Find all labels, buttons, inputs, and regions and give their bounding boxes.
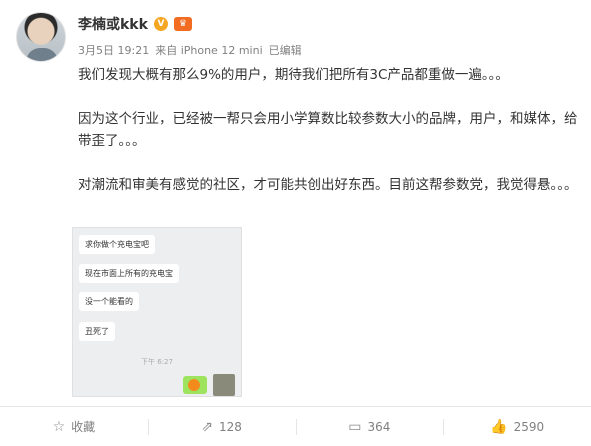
repost-count: 128 — [219, 419, 242, 434]
chat-message: 现在市面上所有的充电宝 — [79, 264, 179, 283]
chat-avatar — [213, 374, 235, 396]
favorite-button[interactable]: ☆ 收藏 — [0, 407, 148, 446]
like-button[interactable]: 👍 2590 — [443, 407, 591, 446]
repost-button[interactable]: ⇗ 128 — [147, 407, 296, 446]
chat-message: 丑死了 — [79, 322, 115, 341]
chat-message: 求你做个充电宝吧 — [79, 235, 155, 254]
repost-icon: ⇗ — [201, 418, 214, 435]
comment-count: 364 — [367, 419, 391, 434]
sent-emoji-message — [183, 376, 207, 394]
comment-button[interactable]: ▭ 364 — [295, 407, 444, 446]
edited-label[interactable]: 已编辑 — [269, 42, 302, 58]
post-meta: 3月5日 19:21 来自 iPhone 12 mini 已编辑 — [78, 42, 302, 58]
author-row: 李楠或kkk V ♛ — [78, 14, 192, 34]
thumbs-up-icon: 👍 — [490, 418, 508, 435]
chat-timestamp: 下午 6:27 — [141, 358, 173, 366]
post-source: 来自 iPhone 12 mini — [155, 44, 263, 57]
avatar[interactable] — [16, 12, 66, 62]
action-bar: ☆ 收藏 ⇗ 128 ▭ 364 👍 2590 — [0, 407, 591, 446]
chat-screenshot-image[interactable]: 求你做个充电宝吧 现在市面上所有的充电宝 没一个能看的 丑死了 下午 6:27 — [72, 227, 242, 397]
verified-badge-icon: V — [153, 17, 168, 31]
post-text: 我们发现大概有那么9%的用户，期待我们把所有3C产品都重做一遍。。。 因为这个行… — [78, 64, 578, 196]
chat-message: 没一个能看的 — [79, 292, 139, 311]
star-icon: ☆ — [52, 418, 66, 435]
post-date[interactable]: 3月5日 19:21 — [78, 42, 149, 58]
comment-icon: ▭ — [348, 418, 362, 435]
emoji-icon — [188, 379, 200, 391]
post-paragraph: 我们发现大概有那么9%的用户，期待我们把所有3C产品都重做一遍。。。 — [78, 67, 509, 83]
post-paragraph: 因为这个行业，已经被一帮只会用小学算数比较参数大小的品牌，用户，和媒体，给带歪了… — [78, 111, 578, 149]
post-paragraph: 对潮流和审美有感觉的社区，才可能共创出好东西。目前这帮参数党，我觉得悬。。。 — [78, 177, 578, 193]
like-count: 2590 — [513, 419, 545, 434]
author-name[interactable]: 李楠或kkk — [78, 14, 148, 34]
favorite-label: 收藏 — [71, 420, 96, 434]
vip-badge-icon[interactable]: ♛ — [173, 17, 192, 31]
